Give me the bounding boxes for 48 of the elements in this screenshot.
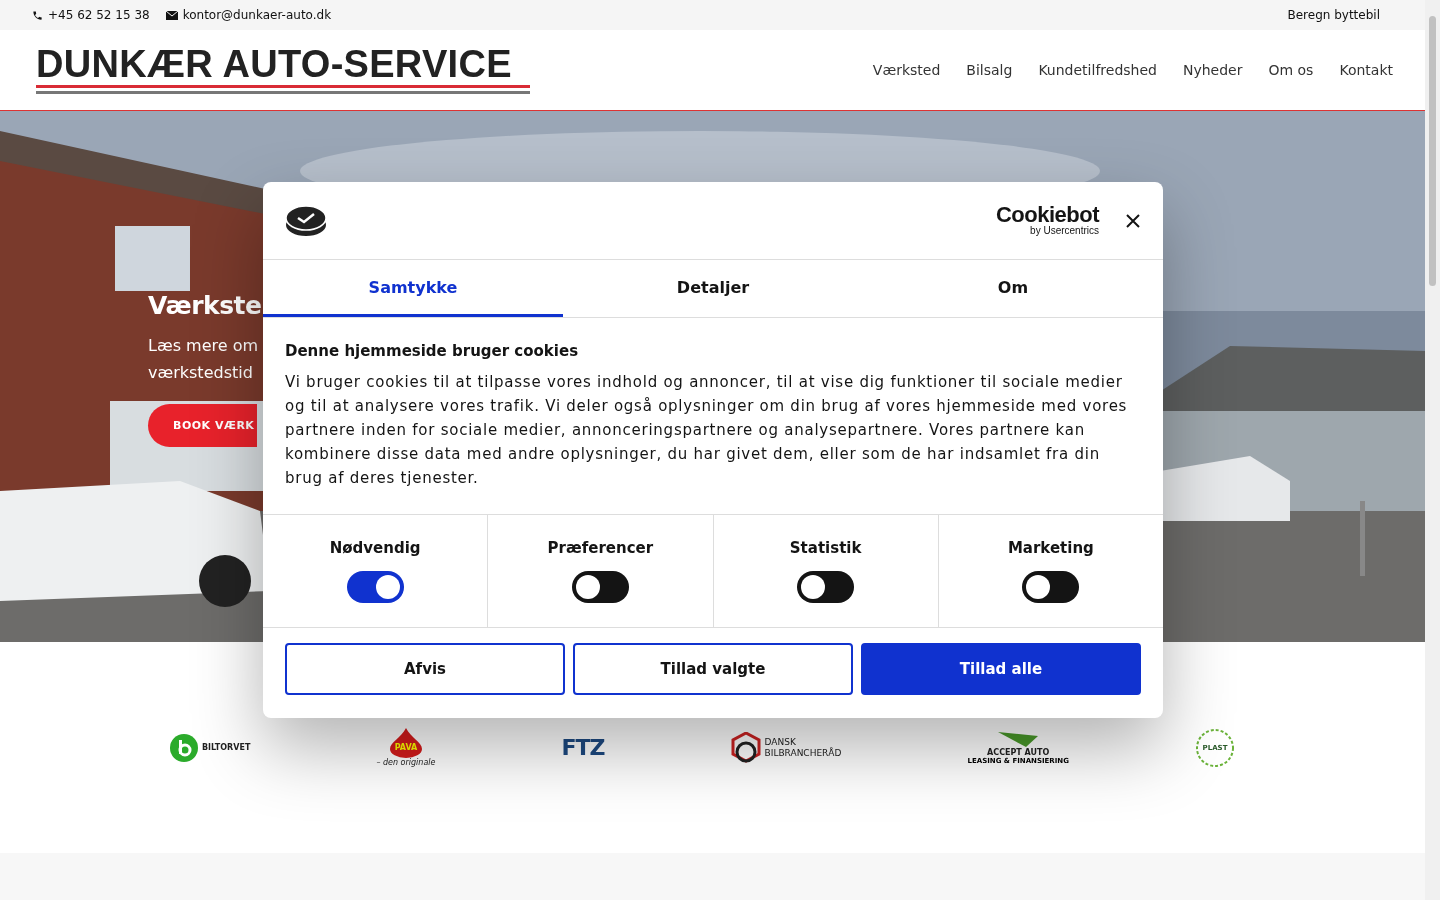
nav-link[interactable]: Værksted	[872, 62, 941, 78]
nav-link[interactable]: Kontakt	[1339, 62, 1393, 78]
partner-tagline: – den originale	[376, 758, 436, 767]
category-label: Nødvendig	[329, 539, 421, 557]
mail-icon	[165, 10, 178, 20]
close-icon[interactable]	[1125, 212, 1141, 229]
nav-link[interactable]: Nyheder	[1182, 62, 1243, 78]
nav-link[interactable]: Om os	[1268, 62, 1314, 78]
category-label: Præferencer	[547, 539, 654, 557]
logo-icon	[170, 733, 198, 762]
nav-link[interactable]: Bilsalg	[966, 62, 1013, 78]
phone-icon	[32, 9, 43, 21]
hero-title: Værkste	[148, 291, 262, 320]
hero-text: værkstedstid	[148, 362, 254, 384]
toggle-switch[interactable]	[346, 571, 404, 603]
nav-link[interactable]: Kundetilfredshed	[1038, 62, 1157, 78]
hexagon-icon	[730, 731, 761, 764]
partner-name: FTZ	[561, 735, 605, 760]
phone-number: +45 62 52 15 38	[48, 8, 150, 22]
partner-name: PAVA	[394, 743, 418, 752]
consent-button[interactable]: Tillad valgte	[573, 643, 853, 695]
tab[interactable]: Detaljer	[563, 260, 863, 317]
partner-name: ACCEPT AUTO	[987, 748, 1050, 757]
cookie-description: Vi bruger cookies til at tilpasse vores indhold og annoncer, til at vise dig funktioner til sociale medier og til at analysere vores trafik. Vi deler også oplysninger om din brug af vores hjemmeside med vores partnere inden for sociale medier, annonceringspartnere og analysepartnere. Vores partnere kan kombinere disse data med andre oplysninger, du har givet dem, eller som de har indsamlet fra din brug af deres tjenester.	[285, 372, 1129, 489]
tab[interactable]: Samtykke	[263, 260, 563, 317]
brand-logo: Cookiebot	[995, 205, 1099, 225]
category-label: Statistik	[789, 539, 862, 557]
trade-in-link[interactable]: Beregn byttebil	[1287, 8, 1380, 22]
drop-icon	[388, 728, 423, 758]
brand-subtitle: by Usercentrics	[1030, 225, 1099, 236]
wreath-icon	[1195, 727, 1235, 768]
hero-text: Læs mere om	[148, 335, 258, 357]
check-disc-icon	[285, 204, 327, 237]
email-address: kontor@dunkaer-auto.dk	[182, 8, 332, 22]
partner-tagline: BILBRANCHERÅD	[764, 747, 842, 759]
consent-button[interactable]: Afvis	[285, 643, 565, 695]
dialog-heading: Denne hjemmeside bruger cookies	[285, 342, 580, 360]
tab[interactable]: Om	[863, 260, 1163, 317]
partner-name: DANSK	[764, 736, 796, 747]
toggle-switch[interactable]	[571, 571, 629, 603]
category-label: Marketing	[1007, 539, 1094, 557]
toggle-switch[interactable]	[797, 571, 855, 603]
book-button[interactable]: BOOK VÆRK	[148, 404, 258, 447]
logo[interactable]: DUNKÆR AUTO-SERVICE	[36, 46, 530, 82]
partner-name: BILTORVET	[202, 743, 251, 752]
toggle-switch[interactable]	[1022, 571, 1080, 603]
consent-button[interactable]: Tillad alle	[861, 643, 1141, 695]
scrollbar[interactable]	[1425, 0, 1440, 900]
